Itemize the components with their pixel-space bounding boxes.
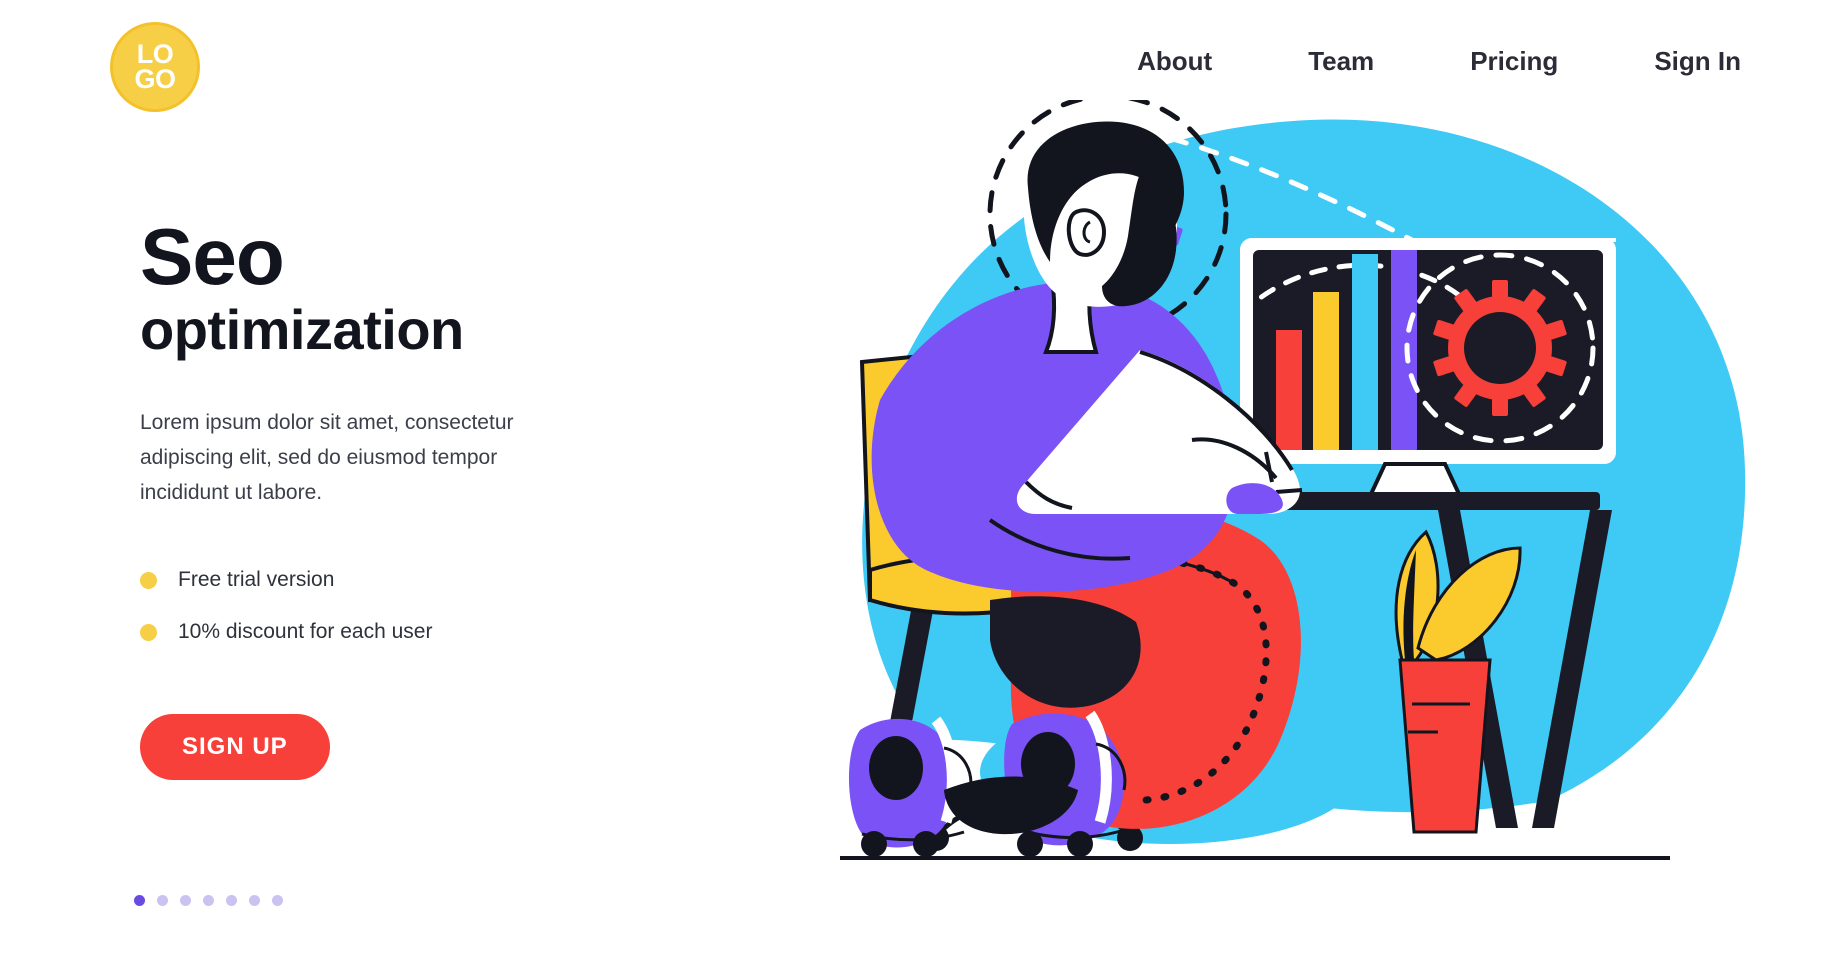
- pagination-dot-6[interactable]: [249, 895, 260, 906]
- hero-content: Seo optimization Lorem ipsum dolor sit a…: [140, 215, 760, 780]
- hero-illustration: [840, 100, 1760, 940]
- nav-item-team[interactable]: Team: [1308, 46, 1374, 77]
- pagination-dot-2[interactable]: [157, 895, 168, 906]
- page-title-line-1: Seo: [140, 212, 285, 301]
- nav-item-pricing[interactable]: Pricing: [1470, 46, 1558, 77]
- nav-item-sign-in[interactable]: Sign In: [1654, 46, 1741, 77]
- feature-label: Free trial version: [178, 568, 335, 591]
- feature-label: 10% discount for each user: [178, 620, 433, 643]
- monitor: [1240, 238, 1616, 496]
- pagination-dot-4[interactable]: [203, 895, 214, 906]
- sign-up-button[interactable]: SIGN UP: [140, 714, 330, 780]
- logo[interactable]: LO GO: [110, 22, 200, 112]
- nav-item-about[interactable]: About: [1137, 46, 1212, 77]
- pagination-dot-7[interactable]: [272, 895, 283, 906]
- main-navigation: About Team Pricing Sign In: [1137, 46, 1741, 77]
- feature-list: Free trial version 10% discount for each…: [140, 568, 760, 644]
- landing-page: LO GO About Team Pricing Sign In Seo opt…: [0, 0, 1837, 980]
- hero-paragraph: Lorem ipsum dolor sit amet, consectetur …: [140, 411, 514, 504]
- pagination-dot-1[interactable]: [134, 895, 145, 906]
- feature-item-discount: 10% discount for each user: [140, 620, 760, 644]
- carousel-pagination: [134, 895, 283, 906]
- logo-text-line-2: GO: [134, 64, 176, 94]
- page-title-line-2: optimization: [140, 298, 464, 361]
- feature-item-free-trial: Free trial version: [140, 568, 760, 592]
- pagination-dot-3[interactable]: [180, 895, 191, 906]
- bullet-dot-icon: [140, 623, 157, 641]
- pagination-dot-5[interactable]: [226, 895, 237, 906]
- bullet-dot-icon: [140, 571, 157, 589]
